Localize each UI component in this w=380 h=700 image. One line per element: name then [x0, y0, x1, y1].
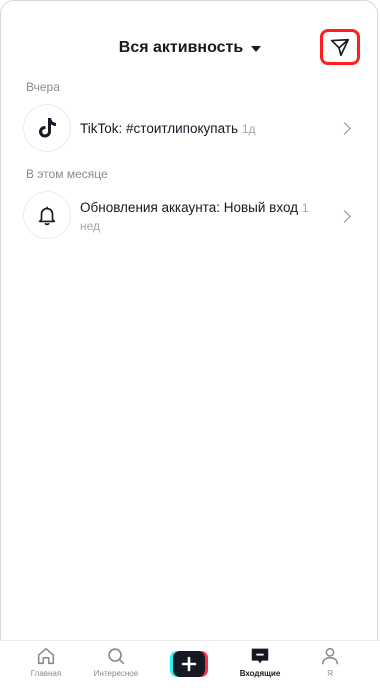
sender-name: Обновления аккаунта:	[80, 200, 220, 215]
tab-discover-label: Интересное	[93, 669, 139, 678]
search-icon	[108, 648, 125, 665]
tab-profile-label: Я	[327, 669, 333, 678]
tab-discover[interactable]: Интересное	[86, 645, 146, 695]
tab-home[interactable]: Главная	[16, 645, 76, 695]
tab-inbox-label: Входящие	[239, 669, 281, 678]
bell-icon	[38, 206, 56, 226]
create-video-button[interactable]	[170, 651, 208, 677]
inbox-icon	[251, 648, 269, 664]
chevron-right-icon	[338, 210, 351, 223]
person-icon	[321, 647, 339, 665]
notification-message: Новый вход	[223, 200, 299, 215]
notification-text: TikTok: #стоитлипокупать 1д	[80, 120, 310, 138]
plus-icon	[170, 651, 208, 677]
tab-inbox[interactable]: Входящие	[230, 645, 290, 695]
tab-home-label: Главная	[30, 669, 62, 678]
list-item[interactable]: Обновления аккаунта: Новый вход 1 нед	[0, 190, 380, 246]
timestamp: 1д	[241, 122, 256, 136]
caret-down-icon	[251, 46, 262, 52]
notification-message: #стоитлипокупать	[126, 121, 239, 136]
avatar	[24, 192, 70, 238]
section-label-yesterday: Вчера	[26, 80, 60, 94]
section-label-this-month: В этом месяце	[26, 167, 108, 181]
chevron-right-icon	[338, 122, 351, 135]
direct-messages-button[interactable]	[320, 29, 360, 65]
avatar	[24, 105, 70, 151]
activity-filter-dropdown[interactable]: Вся активность	[118, 39, 262, 57]
send-icon	[330, 38, 350, 57]
bottom-tab-bar: Главная Интересное Входящие Я	[0, 640, 380, 699]
notification-text: Обновления аккаунта: Новый вход 1 нед	[80, 199, 310, 235]
list-item[interactable]: TikTok: #стоитлипокупать 1д	[0, 100, 380, 156]
home-icon	[37, 647, 55, 665]
tab-profile[interactable]: Я	[300, 645, 360, 695]
page-title: Вся активность	[118, 39, 244, 56]
sender-name: TikTok:	[80, 121, 123, 136]
tiktok-logo-icon	[39, 118, 56, 138]
